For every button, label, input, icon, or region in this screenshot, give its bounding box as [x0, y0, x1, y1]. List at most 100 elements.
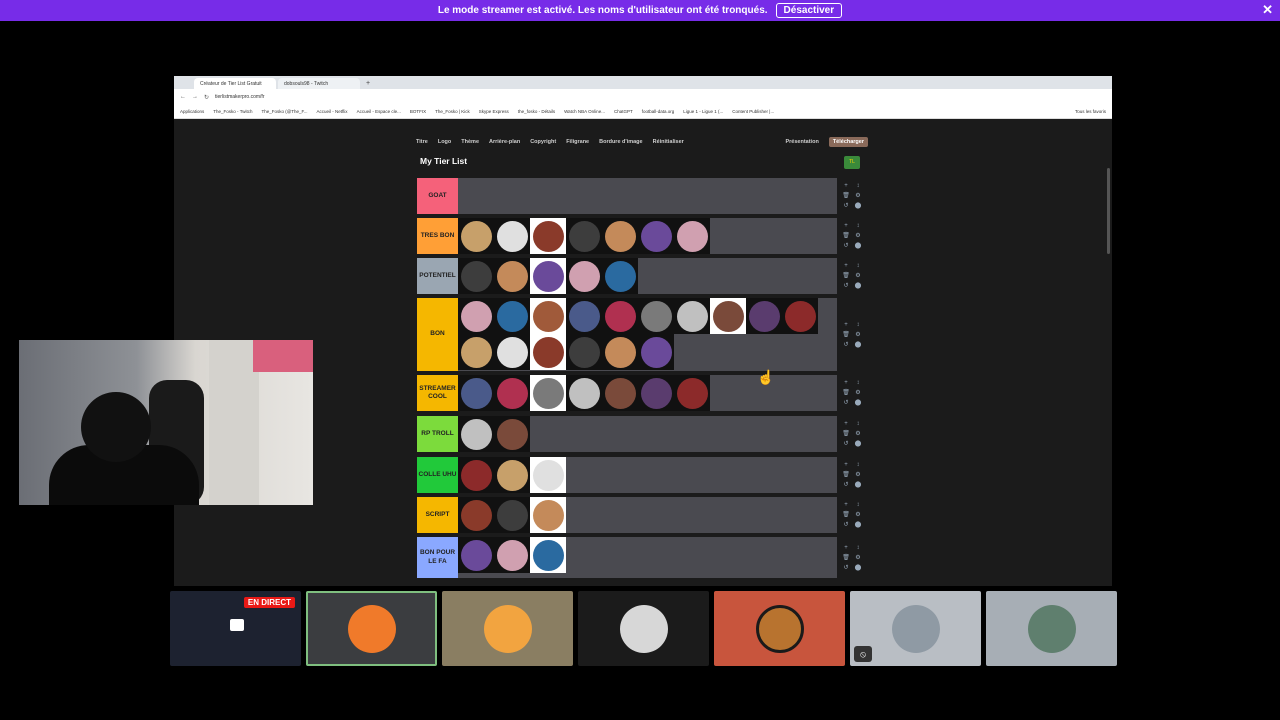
move-icon[interactable]: ↕ [852, 419, 864, 429]
tier-item[interactable] [458, 298, 494, 334]
add-icon[interactable]: + [840, 460, 852, 470]
tier-item[interactable] [530, 218, 566, 254]
settings-icon[interactable]: ⚙ [852, 388, 864, 398]
tier-item[interactable] [530, 298, 566, 334]
clear-icon[interactable]: ↺ [840, 480, 852, 490]
toolbar-watermark[interactable]: Filigrane [566, 139, 589, 145]
tier-item[interactable] [494, 497, 530, 533]
move-icon[interactable]: ↕ [852, 221, 864, 231]
browser-tab-twitch[interactable]: dobsouls98 - Twitch [278, 78, 360, 89]
tier-item[interactable] [602, 334, 638, 370]
toolbar-image-border[interactable]: Bordure d'image [599, 139, 642, 145]
tier-item[interactable] [710, 298, 746, 334]
tier-item[interactable] [494, 375, 530, 411]
tier-item[interactable] [458, 457, 494, 493]
tier-item[interactable] [530, 537, 566, 573]
tier-item[interactable] [602, 298, 638, 334]
tier-item[interactable] [602, 218, 638, 254]
tier-item[interactable] [566, 218, 602, 254]
page-scrollbar[interactable] [1107, 168, 1110, 254]
tier-item[interactable] [458, 416, 494, 452]
tier-item[interactable] [458, 537, 494, 573]
bookmark-item[interactable]: Accueil - Netflix [317, 109, 348, 114]
tier-item[interactable] [458, 258, 494, 294]
settings-icon[interactable]: ⚙ [852, 553, 864, 563]
delete-icon[interactable]: 🗑 [840, 470, 852, 480]
delete-icon[interactable]: 🗑 [840, 510, 852, 520]
delete-icon[interactable]: 🗑 [840, 271, 852, 281]
url-field[interactable]: tierlistmakerpro.com/fr [215, 94, 264, 100]
settings-icon[interactable]: ⚙ [852, 470, 864, 480]
download-button[interactable]: Télécharger [828, 137, 868, 147]
bookmark-item[interactable]: Watch NBA Online... [564, 109, 605, 114]
tier-item[interactable] [602, 375, 638, 411]
add-icon[interactable]: + [840, 181, 852, 191]
color-icon[interactable]: ⬤ [852, 439, 864, 449]
add-icon[interactable]: + [840, 320, 852, 330]
tier-item[interactable] [638, 298, 674, 334]
tier-label[interactable]: POTENTIEL [417, 258, 458, 294]
guest-tile[interactable] [578, 591, 709, 666]
add-icon[interactable]: + [840, 543, 852, 553]
color-icon[interactable]: ⬤ [852, 281, 864, 291]
tier-label[interactable]: GOAT [417, 178, 458, 214]
tier-label[interactable]: STREAMER COOL [417, 375, 458, 411]
tier-item[interactable] [782, 298, 818, 334]
toolbar-background[interactable]: Arrière-plan [489, 139, 520, 145]
clear-icon[interactable]: ↺ [840, 398, 852, 408]
add-icon[interactable]: + [840, 419, 852, 429]
back-icon[interactable]: ← [180, 94, 186, 100]
guest-tile[interactable] [714, 591, 845, 666]
bookmark-item[interactable]: BOTFIX [410, 109, 426, 114]
clear-icon[interactable]: ↺ [840, 520, 852, 530]
new-tab-icon[interactable]: + [366, 80, 370, 87]
tier-item[interactable] [566, 298, 602, 334]
delete-icon[interactable]: 🗑 [840, 388, 852, 398]
tier-item[interactable] [530, 375, 566, 411]
clear-icon[interactable]: ↺ [840, 201, 852, 211]
add-icon[interactable]: + [840, 378, 852, 388]
tier-item[interactable] [602, 258, 638, 294]
bookmark-item[interactable]: football-data.org [642, 109, 675, 114]
bookmark-item[interactable]: The_Fosko - Twitch [213, 109, 252, 114]
tier-item[interactable] [674, 218, 710, 254]
clear-icon[interactable]: ↺ [840, 439, 852, 449]
bookmark-item[interactable]: Content Publisher |... [732, 109, 774, 114]
settings-icon[interactable]: ⚙ [852, 510, 864, 520]
browser-tab-tierlist[interactable]: Créateur de Tier List Gratuit [194, 78, 276, 89]
delete-icon[interactable]: 🗑 [840, 429, 852, 439]
tier-item[interactable] [674, 375, 710, 411]
move-icon[interactable]: ↕ [852, 460, 864, 470]
move-icon[interactable]: ↕ [852, 320, 864, 330]
color-icon[interactable]: ⬤ [852, 201, 864, 211]
move-icon[interactable]: ↕ [852, 500, 864, 510]
tier-item[interactable] [494, 298, 530, 334]
color-icon[interactable]: ⬤ [852, 520, 864, 530]
tier-item[interactable] [530, 457, 566, 493]
tier-item[interactable] [530, 258, 566, 294]
delete-icon[interactable]: 🗑 [840, 330, 852, 340]
tier-label[interactable]: BON POUR LE FA [417, 537, 458, 578]
tier-label[interactable]: TRES BON [417, 218, 458, 254]
tier-item[interactable] [746, 298, 782, 334]
clear-icon[interactable]: ↺ [840, 563, 852, 573]
tier-label[interactable]: RP TROLL [417, 416, 458, 452]
color-icon[interactable]: ⬤ [852, 340, 864, 350]
tier-item[interactable] [530, 497, 566, 533]
add-icon[interactable]: + [840, 500, 852, 510]
color-icon[interactable]: ⬤ [852, 480, 864, 490]
bookmark-item[interactable]: ChatGPT [614, 109, 633, 114]
bookmark-item[interactable]: the_fosko - Détails [518, 109, 555, 114]
settings-icon[interactable]: ⚙ [852, 429, 864, 439]
delete-icon[interactable]: 🗑 [840, 231, 852, 241]
settings-icon[interactable]: ⚙ [852, 191, 864, 201]
disable-streamer-mode-button[interactable]: Désactiver [775, 3, 843, 18]
forward-icon[interactable]: → [192, 94, 198, 100]
tier-item[interactable] [566, 334, 602, 370]
toolbar-copyright[interactable]: Copyright [530, 139, 556, 145]
toolbar-reset[interactable]: Réinitialiser [653, 139, 684, 145]
tier-item[interactable] [638, 334, 674, 370]
tier-item[interactable] [494, 218, 530, 254]
clear-icon[interactable]: ↺ [840, 281, 852, 291]
tierlist-title[interactable]: My Tier List [420, 156, 467, 166]
